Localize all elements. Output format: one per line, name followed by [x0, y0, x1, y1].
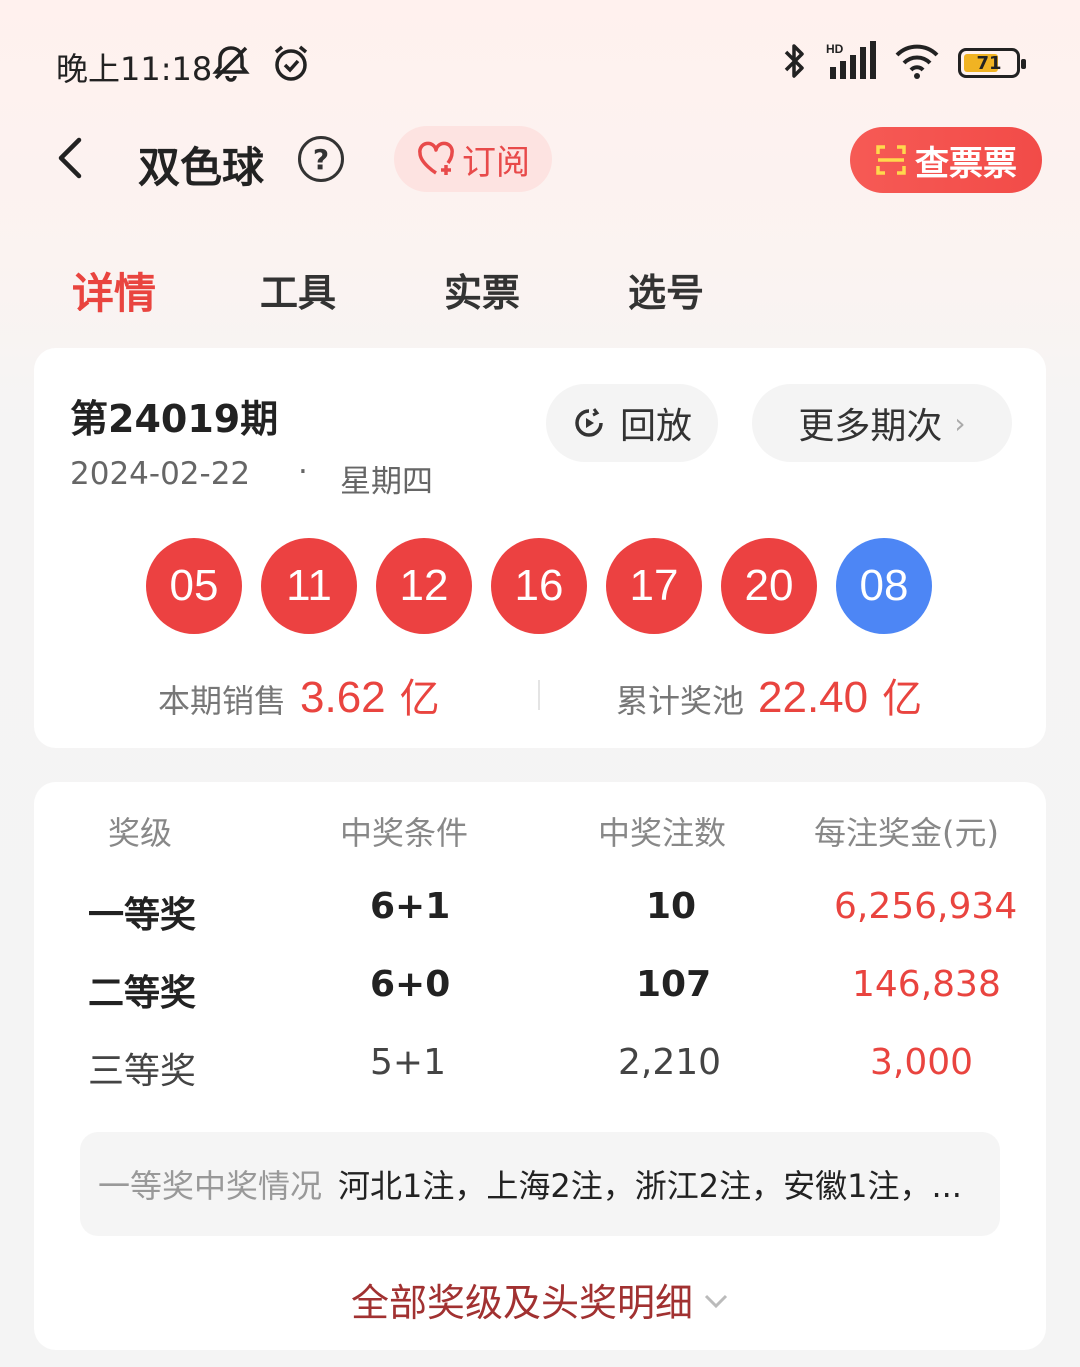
battery-level: 71 [976, 52, 1002, 74]
more-issues-label: 更多期次 [798, 406, 943, 447]
red-ball: 17 [606, 538, 702, 634]
more-issues-button[interactable]: 更多期次 › [752, 384, 1012, 462]
sales-info: 本期销售 3.62 亿 [158, 666, 440, 724]
tab-tools[interactable]: 工具 [260, 262, 336, 317]
pool-label: 累计奖池 [616, 682, 745, 720]
row3-condition: 5+1 [370, 1042, 446, 1083]
subscribe-label: 订阅 [462, 142, 530, 183]
pool-value: 22.40 [758, 673, 869, 722]
red-ball: 11 [261, 538, 357, 634]
scan-icon [876, 145, 906, 175]
date-separator: · [298, 454, 308, 490]
red-ball: 20 [721, 538, 817, 634]
red-ball: 16 [491, 538, 587, 634]
prize-table-card: 奖级 中奖条件 中奖注数 每注奖金(元) 一等奖 6+1 10 6,256,93… [34, 782, 1046, 1350]
row2-amount: 146,838 [852, 964, 1001, 1005]
first-prize-label: 一等奖中奖情况 [98, 1167, 323, 1205]
check-ticket-button[interactable]: 查票票 [850, 127, 1042, 193]
status-icons-left [208, 40, 314, 90]
pool-unit: 亿 [882, 676, 923, 722]
header-amount: 每注奖金(元) [814, 814, 999, 852]
issue-number: 第24019期 [70, 397, 279, 441]
row3-level: 三等奖 [88, 1051, 197, 1092]
tab-bar: 详情 工具 实票 选号 [0, 262, 1080, 322]
all-prizes-label: 全部奖级及头奖明细 [350, 1281, 693, 1325]
signal-icon: HD [826, 41, 876, 85]
row1-level: 一等奖 [88, 895, 197, 936]
first-prize-detail: 河北1注，上海2注，浙江2注，安徽1注，... [338, 1167, 962, 1205]
header-condition: 中奖条件 [340, 814, 469, 852]
replay-icon [575, 408, 603, 437]
heart-plus-icon [418, 141, 454, 175]
status-icons-right: HD 71 [782, 40, 1026, 86]
tab-real-ticket[interactable]: 实票 [444, 262, 520, 317]
draw-weekday: 星期四 [340, 464, 433, 500]
replay-button[interactable]: 回放 [546, 384, 718, 462]
mute-icon [208, 40, 254, 90]
row3-amount: 3,000 [870, 1042, 974, 1083]
replay-label: 回放 [619, 406, 692, 447]
alarm-icon [268, 40, 314, 90]
all-prizes-link[interactable]: 全部奖级及头奖明细 [34, 1272, 1046, 1327]
sales-value: 3.62 [300, 673, 386, 722]
page-title: 双色球 [138, 143, 265, 192]
pool-info: 累计奖池 22.40 亿 [616, 666, 922, 724]
row3-count: 2,210 [618, 1042, 722, 1083]
first-prize-distribution[interactable]: 一等奖中奖情况 河北1注，上海2注，浙江2注，安徽1注，... [80, 1132, 1000, 1236]
svg-text:HD: HD [826, 42, 844, 56]
back-button[interactable] [48, 130, 92, 186]
status-time: 晚上11:18 [56, 50, 213, 88]
check-ticket-label: 查票票 [915, 143, 1017, 184]
row2-condition: 6+0 [370, 964, 451, 1005]
draw-result-card: 第24019期 2024-02-22 · 星期四 回放 更多期次 › 05 11… [34, 348, 1046, 748]
row2-count: 107 [636, 964, 712, 1005]
tab-details[interactable]: 详情 [72, 260, 156, 321]
tab-pick-numbers[interactable]: 选号 [628, 262, 704, 317]
blue-ball: 08 [836, 538, 932, 634]
row2-level: 二等奖 [88, 973, 197, 1014]
sales-label: 本期销售 [158, 682, 287, 720]
row1-amount: 6,256,934 [834, 886, 1018, 927]
divider [538, 680, 540, 710]
chevron-right-icon: › [954, 406, 966, 440]
header-level: 奖级 [108, 814, 173, 852]
row1-condition: 6+1 [370, 886, 451, 927]
red-ball: 05 [146, 538, 242, 634]
subscribe-button[interactable]: 订阅 [394, 126, 552, 192]
wifi-icon [894, 41, 940, 85]
row1-count: 10 [646, 886, 697, 927]
chevron-left-icon [58, 137, 82, 179]
chevron-down-icon [703, 1283, 729, 1316]
winning-numbers: 05 11 12 16 17 20 08 [146, 538, 932, 634]
red-ball: 12 [376, 538, 472, 634]
header-count: 中奖注数 [598, 814, 727, 852]
battery-icon: 71 [958, 48, 1026, 78]
draw-date: 2024-02-22 [70, 456, 251, 492]
sales-unit: 亿 [399, 676, 440, 722]
help-icon[interactable]: ? [298, 136, 344, 182]
bluetooth-icon [782, 40, 808, 86]
